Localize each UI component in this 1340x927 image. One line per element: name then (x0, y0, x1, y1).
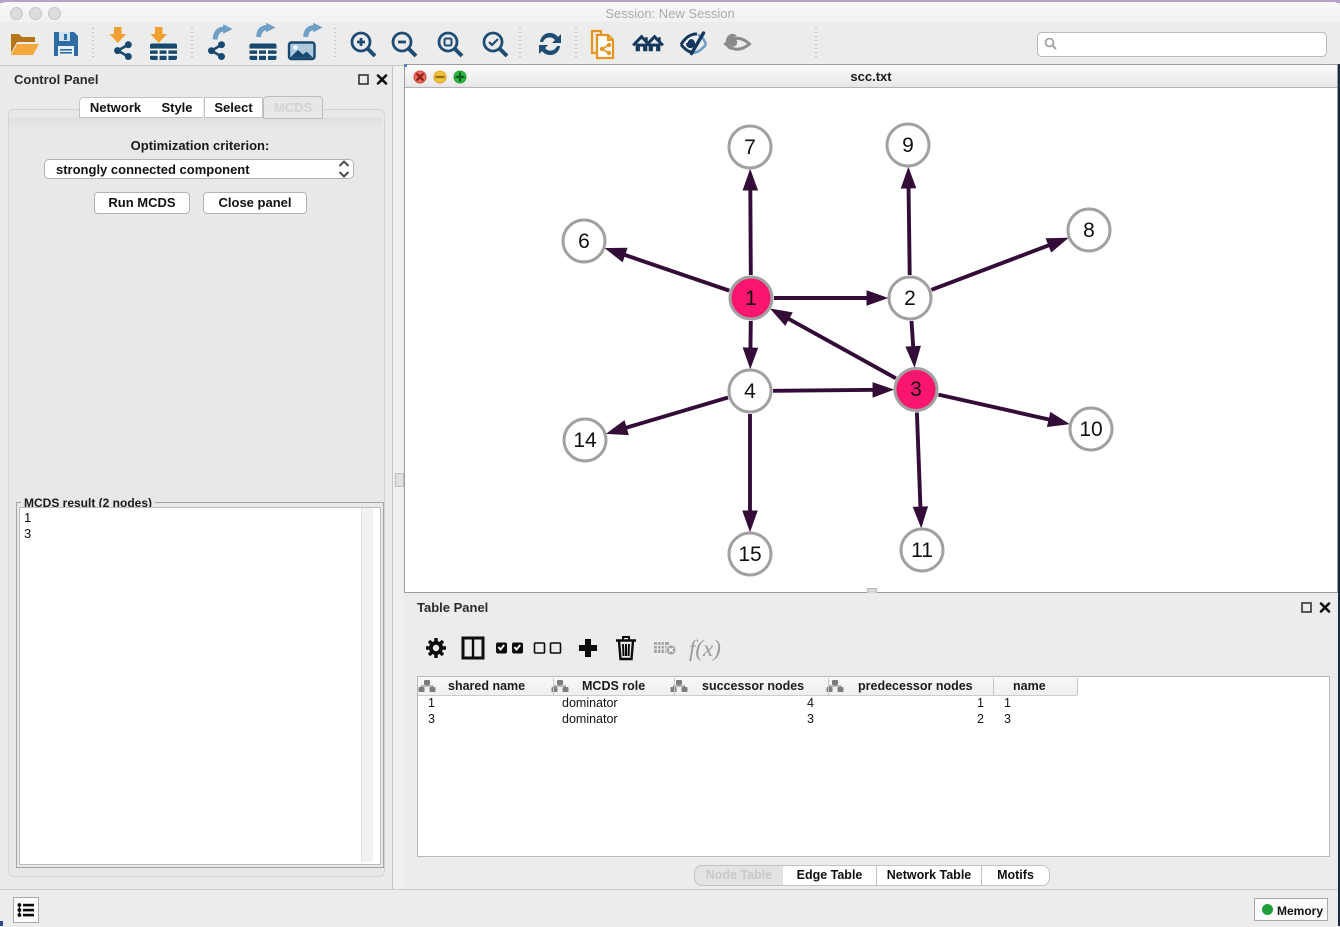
svg-text:MCDS role: MCDS role (582, 679, 645, 693)
svg-text:7: 7 (744, 136, 756, 159)
svg-text:1: 1 (745, 287, 757, 310)
svg-text:11: 11 (911, 539, 933, 562)
svg-text:10: 10 (1079, 418, 1102, 441)
svg-text:predecessor nodes: predecessor nodes (858, 679, 973, 693)
svg-text:successor nodes: successor nodes (702, 679, 804, 693)
svg-text:shared name: shared name (448, 679, 525, 693)
svg-text:15: 15 (738, 543, 761, 566)
svg-text:6: 6 (578, 230, 590, 253)
svg-text:2: 2 (904, 287, 916, 310)
svg-text:4: 4 (744, 380, 756, 403)
svg-text:9: 9 (902, 134, 914, 157)
svg-text:f(x): f(x) (689, 636, 721, 661)
svg-text:name: name (1013, 679, 1046, 693)
svg-text:14: 14 (573, 429, 597, 452)
svg-text:3: 3 (910, 378, 922, 401)
svg-text:8: 8 (1083, 219, 1095, 242)
